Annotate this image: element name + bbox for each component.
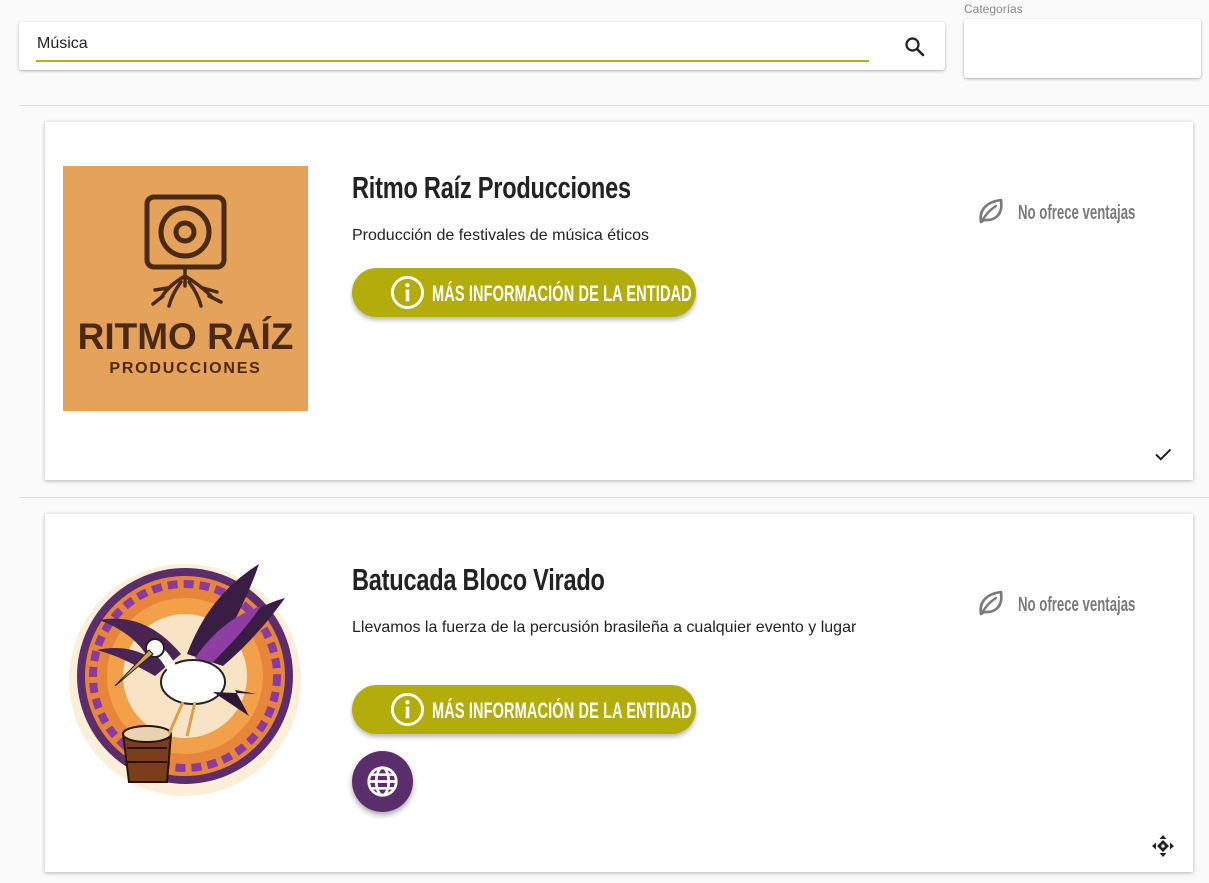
benefits-label: No ofrece ventajas (1018, 594, 1136, 616)
more-info-button[interactable]: MÁS INFORMACIÓN DE LA ENTIDAD (352, 685, 696, 734)
info-icon (390, 275, 425, 310)
entity-card: Batucada Bloco Virado Llevamos la fuerza… (45, 514, 1193, 872)
entity-logo (69, 564, 301, 796)
website-button[interactable] (352, 751, 413, 812)
entity-title: Ritmo Raíz Producciones (352, 170, 631, 205)
globe-icon (367, 766, 398, 797)
leaf-icon (979, 590, 1003, 616)
search-input[interactable] (36, 28, 869, 62)
entity-logo: RITMO RAÍZ PRODUCCIONES (63, 166, 308, 411)
entity-description: Llevamos la fuerza de la percusión brasi… (352, 619, 857, 636)
entity-title: Batucada Bloco Virado (352, 562, 605, 597)
leaf-icon (979, 198, 1003, 224)
diamond-arrows-icon (1152, 835, 1174, 857)
benefits-label: No ofrece ventajas (1018, 202, 1136, 224)
divider (19, 105, 1209, 106)
more-info-button[interactable]: MÁS INFORMACIÓN DE LA ENTIDAD (352, 268, 696, 317)
categories-label: Categorías (964, 2, 1023, 16)
divider (19, 497, 1209, 498)
entity-card: RITMO RAÍZ PRODUCCIONES Ritmo Raíz Produ… (45, 122, 1193, 480)
entity-description: Producción de festivales de música ético… (352, 227, 650, 244)
search-icon[interactable] (903, 35, 927, 59)
info-icon (390, 692, 425, 727)
more-info-label: MÁS INFORMACIÓN DE LA ENTIDAD (432, 281, 692, 306)
categories-select[interactable] (964, 19, 1201, 78)
more-info-label: MÁS INFORMACIÓN DE LA ENTIDAD (432, 698, 692, 723)
check-icon (1155, 448, 1172, 461)
logo-text-line2: PRODUCCIONES (109, 360, 261, 377)
search-box (19, 22, 945, 70)
logo-text-line1: RITMO RAÍZ (78, 316, 294, 357)
